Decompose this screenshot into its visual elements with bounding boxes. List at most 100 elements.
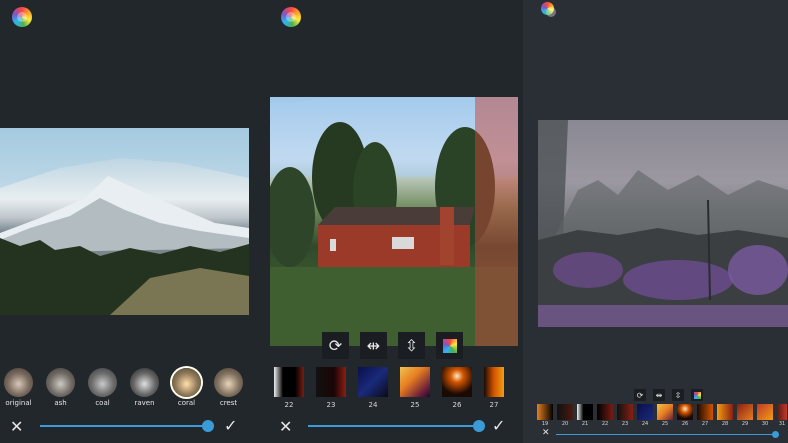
filter-item-ash[interactable]: ash — [46, 368, 75, 407]
filter-label: 26 — [452, 401, 462, 409]
photo-foggy-forest — [538, 120, 788, 327]
filter-label: 22 — [284, 401, 294, 409]
forest-illustration — [538, 120, 788, 327]
filter-label: 23 — [326, 401, 336, 409]
screen-middle: ⟳ ⇹ ⇳ 22 23 24 25 26 27 ✕ ✓ — [262, 0, 523, 443]
filter-item-26[interactable]: 26 — [442, 367, 472, 409]
color-grid-icon[interactable] — [691, 389, 703, 401]
filter-thumbnail — [172, 368, 201, 397]
filter-label: coal — [95, 399, 110, 407]
filter-item-raven[interactable]: raven — [130, 368, 159, 407]
filter-swatch — [697, 404, 713, 420]
cancel-close-icon[interactable]: ✕ — [279, 419, 292, 435]
confirm-check-icon[interactable]: ✓ — [492, 418, 505, 434]
toolbar: ⟳ ⇹ ⇳ — [322, 332, 463, 359]
filter-swatch — [657, 404, 673, 420]
filter-thumbnail — [214, 368, 243, 397]
filter-swatch — [757, 404, 773, 420]
filter-label: 30 — [761, 421, 769, 427]
filter-swatch — [484, 367, 504, 397]
filter-item-25[interactable]: 25 — [400, 367, 430, 409]
filter-swatch — [777, 404, 787, 420]
cancel-close-icon[interactable]: ✕ — [10, 419, 23, 435]
filter-item-24[interactable]: 24 — [358, 367, 388, 409]
filter-item-28[interactable]: 28 — [717, 404, 733, 427]
filter-strip: 22 23 24 25 26 27 — [274, 367, 504, 409]
intensity-slider-track[interactable] — [40, 425, 208, 427]
filter-label: 27 — [701, 421, 709, 427]
app-logo-icon[interactable] — [541, 2, 556, 17]
screen-left: original ash coal raven coral crest ✕ ✓ — [0, 0, 262, 443]
filter-swatch — [617, 404, 633, 420]
filter-item-24[interactable]: 24 — [637, 404, 653, 427]
filter-item-26[interactable]: 26 — [677, 404, 693, 427]
mountain-illustration — [0, 128, 249, 315]
filter-item-30[interactable]: 30 — [757, 404, 773, 427]
intensity-slider-knob[interactable] — [202, 420, 214, 432]
filter-item-crest[interactable]: crest — [214, 368, 243, 407]
filter-label: 24 — [368, 401, 378, 409]
filter-label: 31 — [778, 421, 786, 427]
filter-item-22[interactable]: 22 — [597, 404, 613, 427]
filter-label: 22 — [601, 421, 609, 427]
filter-swatch — [442, 367, 472, 397]
filter-label: 23 — [621, 421, 629, 427]
rotate-icon[interactable]: ⟳ — [322, 332, 349, 359]
intensity-slider-track[interactable] — [308, 425, 478, 427]
filter-label: 25 — [661, 421, 669, 427]
filter-item-27[interactable]: 27 — [697, 404, 713, 427]
color-swatch — [442, 338, 457, 353]
filter-label: 28 — [721, 421, 729, 427]
filter-label: 19 — [541, 421, 549, 427]
filter-strip: original ash coal raven coral crest — [4, 368, 243, 407]
barn-illustration — [270, 97, 518, 346]
flip-vertical-icon[interactable]: ⇳ — [398, 332, 425, 359]
filter-label: 26 — [681, 421, 689, 427]
photo-mountain — [0, 128, 249, 315]
flip-vertical-icon[interactable]: ⇳ — [672, 389, 684, 401]
confirm-check-icon[interactable]: ✓ — [224, 418, 237, 434]
filter-item-22[interactable]: 22 — [274, 367, 304, 409]
color-grid-icon[interactable] — [436, 332, 463, 359]
intensity-slider-knob[interactable] — [772, 431, 779, 438]
filter-swatch — [737, 404, 753, 420]
filter-label: 25 — [410, 401, 420, 409]
filter-item-coal[interactable]: coal — [88, 368, 117, 407]
filter-label: 21 — [581, 421, 589, 427]
filter-swatch — [717, 404, 733, 420]
flip-horizontal-icon[interactable]: ⇹ — [653, 389, 665, 401]
filter-swatch — [358, 367, 388, 397]
filter-swatch — [400, 367, 430, 397]
filter-item-coral[interactable]: coral — [172, 368, 201, 407]
filter-item-27[interactable]: 27 — [484, 367, 504, 409]
filter-thumbnail — [4, 368, 33, 397]
filter-label: raven — [134, 399, 155, 407]
filter-item-31[interactable]: 31 — [777, 404, 787, 427]
filter-thumbnail — [130, 368, 159, 397]
filter-item-19[interactable]: 19 — [537, 404, 553, 427]
filter-label: crest — [219, 399, 238, 407]
cancel-close-icon[interactable]: ✕ — [542, 429, 550, 438]
filter-item-23[interactable]: 23 — [316, 367, 346, 409]
filter-item-original[interactable]: original — [4, 368, 33, 407]
color-swatch — [693, 391, 701, 399]
filter-item-23[interactable]: 23 — [617, 404, 633, 427]
filter-swatch — [677, 404, 693, 420]
filter-label: 29 — [741, 421, 749, 427]
filter-label: ash — [54, 399, 67, 407]
intensity-slider-track[interactable] — [556, 434, 776, 435]
intensity-slider-knob[interactable] — [473, 420, 485, 432]
filter-thumbnail — [88, 368, 117, 397]
filter-item-21[interactable]: 21 — [577, 404, 593, 427]
filter-label: 27 — [489, 401, 499, 409]
filter-label: 20 — [561, 421, 569, 427]
filter-item-20[interactable]: 20 — [557, 404, 573, 427]
photo-barn — [270, 97, 518, 346]
app-logo-icon[interactable] — [12, 7, 32, 27]
filter-label: 24 — [641, 421, 649, 427]
app-logo-icon[interactable] — [281, 7, 301, 27]
flip-horizontal-icon[interactable]: ⇹ — [360, 332, 387, 359]
filter-item-29[interactable]: 29 — [737, 404, 753, 427]
rotate-icon[interactable]: ⟳ — [634, 389, 646, 401]
filter-item-25[interactable]: 25 — [657, 404, 673, 427]
